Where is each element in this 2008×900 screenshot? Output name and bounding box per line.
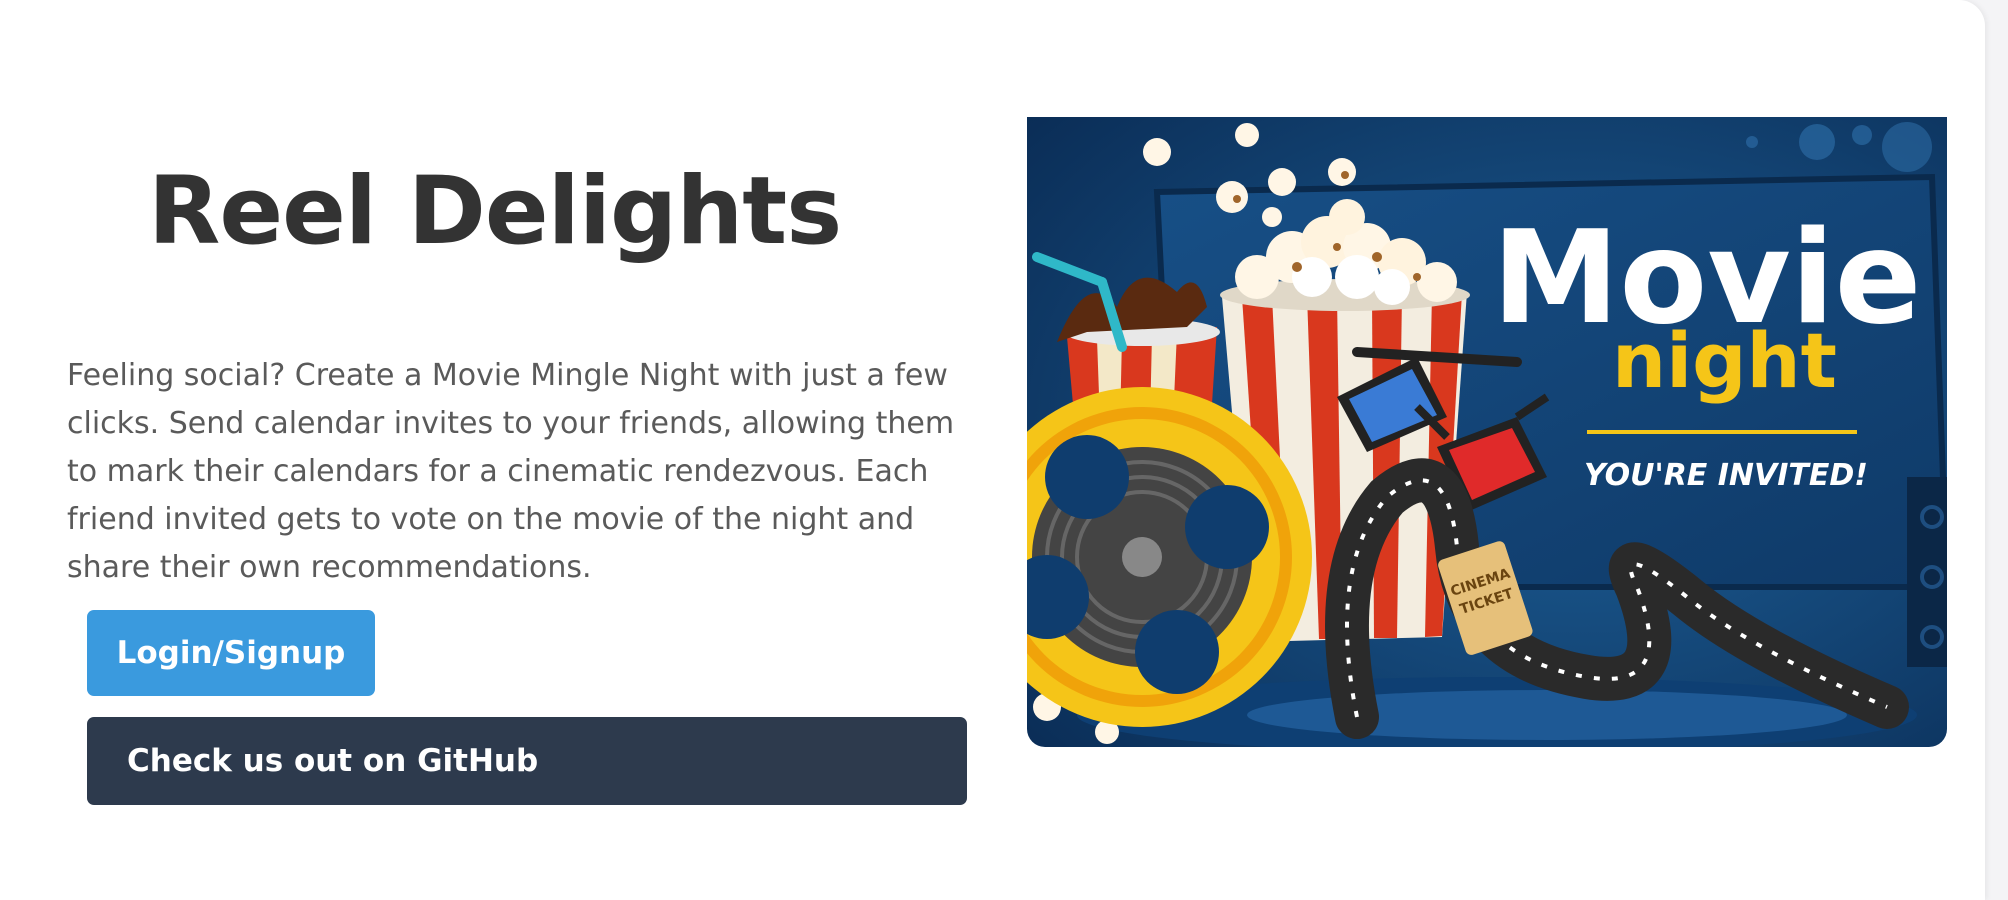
page-title: Reel Delights: [148, 157, 842, 266]
hero-description: Feeling social? Create a Movie Mingle Ni…: [67, 358, 955, 585]
poster-invite-text: YOU'RE INVITED!: [1584, 458, 1868, 493]
movie-night-poster: Movie night YOU'RE INVITED! CINEMA TICKE…: [1027, 117, 1947, 747]
hero-card: Reel Delights Feeling social? Create a M…: [0, 0, 1985, 900]
login-signup-button[interactable]: Login/Signup: [87, 610, 375, 696]
poster-headline-night: night: [1612, 316, 1837, 405]
github-button[interactable]: Check us out on GitHub: [87, 717, 967, 805]
